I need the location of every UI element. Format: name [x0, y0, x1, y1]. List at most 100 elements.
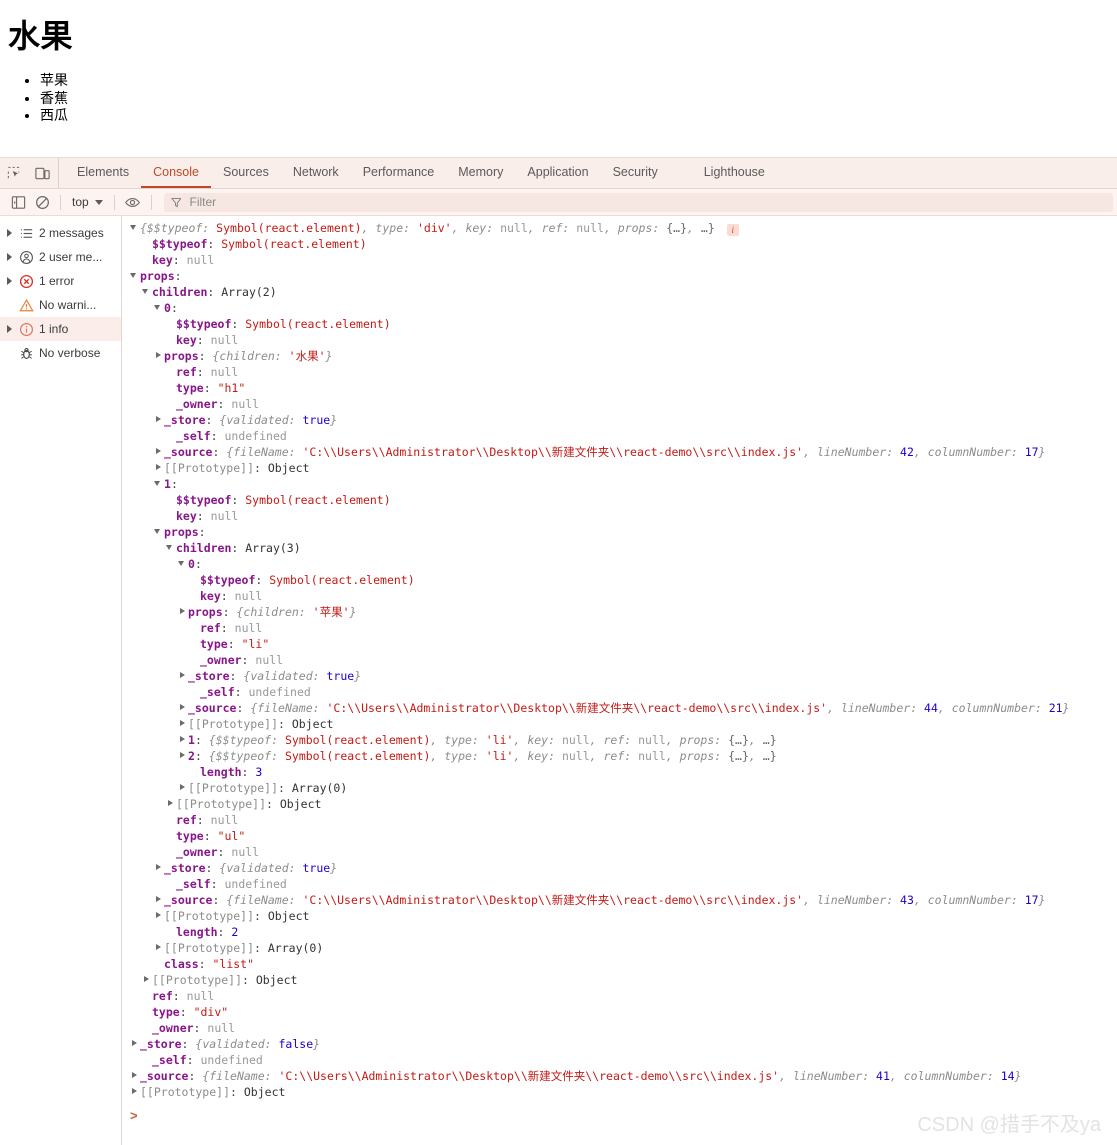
chevron-right-icon[interactable] [154, 448, 164, 454]
chevron-right-icon[interactable] [154, 352, 164, 358]
console-object-row[interactable]: _owner: null [122, 844, 1117, 860]
console-object-row[interactable]: $$typeof: Symbol(react.element) [122, 316, 1117, 332]
console-object-row[interactable]: $$typeof: Symbol(react.element) [122, 572, 1117, 588]
console-object-row[interactable]: key: null [122, 588, 1117, 604]
console-object-row[interactable]: ref: null [122, 988, 1117, 1004]
chevron-right-icon[interactable] [166, 800, 176, 806]
tab-memory[interactable]: Memory [446, 158, 515, 188]
chevron-right-icon[interactable] [178, 736, 188, 742]
chevron-right-icon[interactable] [154, 896, 164, 902]
chevron-right-icon[interactable] [130, 1072, 140, 1078]
console-object-row[interactable]: 2: {$$typeof: Symbol(react.element), typ… [122, 748, 1117, 764]
console-object-row[interactable]: _store: {validated: true} [122, 412, 1117, 428]
tab-console[interactable]: Console [141, 158, 211, 188]
console-object-row[interactable]: type: "ul" [122, 828, 1117, 844]
console-object-row[interactable]: ref: null [122, 364, 1117, 380]
console-object-row[interactable]: _owner: null [122, 1020, 1117, 1036]
console-object-row[interactable]: [[Prototype]]: Object [122, 1084, 1117, 1100]
console-message-list[interactable]: {$$typeof: Symbol(react.element), type: … [122, 216, 1117, 1145]
chevron-down-icon[interactable] [130, 272, 140, 278]
console-object-row[interactable]: ref: null [122, 620, 1117, 636]
console-object-row[interactable]: _owner: null [122, 652, 1117, 668]
chevron-right-icon[interactable] [154, 912, 164, 918]
console-object-row[interactable]: props: [122, 524, 1117, 540]
chevron-right-icon[interactable] [5, 277, 14, 285]
console-object-row[interactable]: children: Array(3) [122, 540, 1117, 556]
tab-security[interactable]: Security [601, 158, 670, 188]
filter-input[interactable] [187, 194, 1106, 210]
console-object-row[interactable]: key: null [122, 332, 1117, 348]
console-object-row[interactable]: _self: undefined [122, 684, 1117, 700]
chevron-right-icon[interactable] [130, 1088, 140, 1094]
device-toolbar-icon[interactable] [34, 165, 51, 182]
chevron-right-icon[interactable] [178, 784, 188, 790]
console-object-row[interactable]: key: null [122, 508, 1117, 524]
console-object-row[interactable]: _owner: null [122, 396, 1117, 412]
console-object-row[interactable]: 1: [122, 476, 1117, 492]
console-object-row[interactable]: [[Prototype]]: Object [122, 908, 1117, 924]
console-object-row[interactable]: ref: null [122, 812, 1117, 828]
console-object-row[interactable]: _source: {fileName: 'C:\\Users\\Administ… [122, 892, 1117, 908]
console-object-row[interactable]: {$$typeof: Symbol(react.element), type: … [122, 220, 1117, 236]
clear-console-button[interactable] [30, 191, 54, 213]
console-object-row[interactable]: _store: {validated: true} [122, 860, 1117, 876]
console-object-row[interactable]: _store: {validated: false} [122, 1036, 1117, 1052]
console-object-row[interactable]: 0: [122, 556, 1117, 572]
chevron-right-icon[interactable] [178, 752, 188, 758]
console-object-row[interactable]: _source: {fileName: 'C:\\Users\\Administ… [122, 1068, 1117, 1084]
console-filter[interactable] [163, 192, 1113, 212]
chevron-right-icon[interactable] [142, 976, 152, 982]
chevron-right-icon[interactable] [178, 704, 188, 710]
console-object-row[interactable]: type: "div" [122, 1004, 1117, 1020]
console-object-row[interactable]: _source: {fileName: 'C:\\Users\\Administ… [122, 444, 1117, 460]
chevron-right-icon[interactable] [178, 672, 188, 678]
console-object-row[interactable]: props: {children: '水果'} [122, 348, 1117, 364]
chevron-right-icon[interactable] [130, 1040, 140, 1046]
chevron-right-icon[interactable] [178, 608, 188, 614]
sidebar-item-info[interactable]: 1 info [0, 317, 121, 341]
console-object-row[interactable]: [[Prototype]]: Object [122, 716, 1117, 732]
chevron-right-icon[interactable] [154, 464, 164, 470]
console-object-row[interactable]: $$typeof: Symbol(react.element) [122, 492, 1117, 508]
chevron-down-icon[interactable] [142, 288, 152, 294]
inspect-element-icon[interactable] [6, 165, 23, 182]
tab-elements[interactable]: Elements [65, 158, 141, 188]
tab-network[interactable]: Network [281, 158, 351, 188]
chevron-right-icon[interactable] [154, 944, 164, 950]
tab-lighthouse[interactable]: Lighthouse [692, 158, 777, 188]
console-object-row[interactable]: length: 2 [122, 924, 1117, 940]
console-object-row[interactable]: key: null [122, 252, 1117, 268]
console-object-row[interactable]: _self: undefined [122, 1052, 1117, 1068]
console-object-row[interactable]: _store: {validated: true} [122, 668, 1117, 684]
console-object-row[interactable]: $$typeof: Symbol(react.element) [122, 236, 1117, 252]
chevron-down-icon[interactable] [166, 544, 176, 550]
console-object-row[interactable]: 0: [122, 300, 1117, 316]
console-object-row[interactable]: [[Prototype]]: Object [122, 972, 1117, 988]
chevron-down-icon[interactable] [154, 480, 164, 486]
chevron-right-icon[interactable] [5, 325, 14, 333]
console-object-row[interactable]: 1: {$$typeof: Symbol(react.element), typ… [122, 732, 1117, 748]
console-object-row[interactable]: props: {children: '苹果'} [122, 604, 1117, 620]
sidebar-item-errors[interactable]: 1 error [0, 269, 121, 293]
console-object-row[interactable]: class: "list" [122, 956, 1117, 972]
console-object-row[interactable]: props: [122, 268, 1117, 284]
chevron-down-icon[interactable] [178, 560, 188, 566]
console-object-row[interactable]: _source: {fileName: 'C:\\Users\\Administ… [122, 700, 1117, 716]
tab-sources[interactable]: Sources [211, 158, 281, 188]
execution-context-selector[interactable]: top [67, 193, 108, 212]
toggle-console-sidebar-button[interactable] [6, 191, 30, 213]
console-object-row[interactable]: type: "li" [122, 636, 1117, 652]
tab-performance[interactable]: Performance [351, 158, 447, 188]
chevron-right-icon[interactable] [178, 720, 188, 726]
sidebar-item-warnings[interactable]: No warni... [0, 293, 121, 317]
chevron-right-icon[interactable] [154, 416, 164, 422]
chevron-down-icon[interactable] [154, 304, 164, 310]
console-object-row[interactable]: [[Prototype]]: Array(0) [122, 940, 1117, 956]
console-object-row[interactable]: _self: undefined [122, 876, 1117, 892]
sidebar-item-verbose[interactable]: No verbose [0, 341, 121, 365]
tab-application[interactable]: Application [515, 158, 600, 188]
console-settings-eye-icon[interactable] [121, 191, 145, 213]
console-object-row[interactable]: length: 3 [122, 764, 1117, 780]
console-object-row[interactable]: _self: undefined [122, 428, 1117, 444]
chevron-right-icon[interactable] [154, 864, 164, 870]
